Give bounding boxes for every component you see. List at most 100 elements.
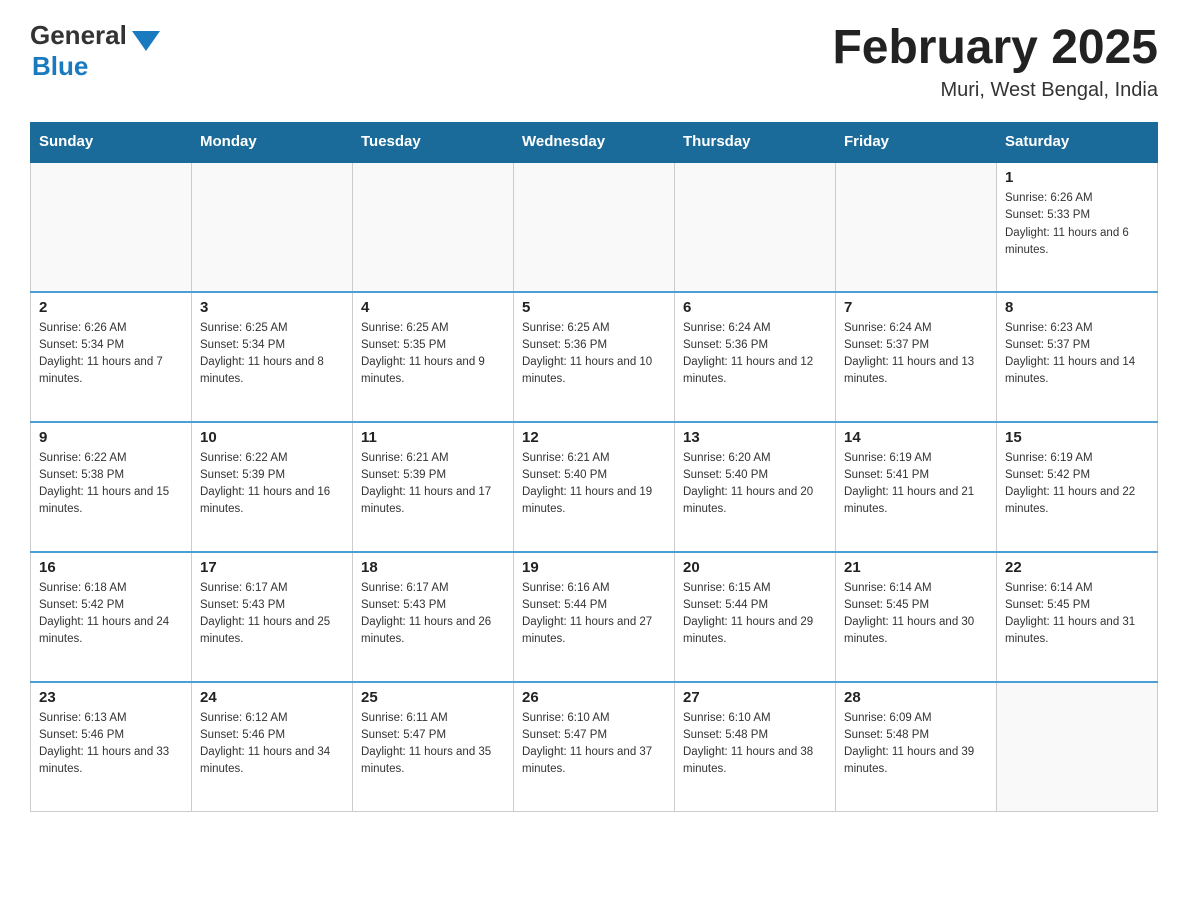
col-sunday: Sunday	[31, 123, 192, 162]
table-row: 26Sunrise: 6:10 AMSunset: 5:47 PMDayligh…	[514, 682, 675, 812]
day-info: Sunrise: 6:12 AMSunset: 5:46 PMDaylight:…	[200, 710, 344, 779]
day-info: Sunrise: 6:17 AMSunset: 5:43 PMDaylight:…	[200, 580, 344, 649]
month-title: February 2025	[832, 20, 1158, 75]
day-info: Sunrise: 6:19 AMSunset: 5:42 PMDaylight:…	[1005, 450, 1149, 519]
day-number: 12	[522, 429, 666, 446]
day-number: 8	[1005, 299, 1149, 316]
day-number: 13	[683, 429, 827, 446]
day-number: 19	[522, 559, 666, 576]
calendar-week-row: 9Sunrise: 6:22 AMSunset: 5:38 PMDaylight…	[31, 422, 1158, 552]
day-number: 20	[683, 559, 827, 576]
table-row	[192, 162, 353, 292]
table-row: 2 Sunrise: 6:26 AMSunset: 5:34 PMDaylight…	[31, 292, 192, 422]
calendar-week-row: 16Sunrise: 6:18 AMSunset: 5:42 PMDayligh…	[31, 552, 1158, 682]
day-number: 25	[361, 689, 505, 706]
table-row	[514, 162, 675, 292]
table-row	[353, 162, 514, 292]
table-row: 7 Sunrise: 6:24 AMSunset: 5:37 PMDaylight…	[836, 292, 997, 422]
day-info: Sunrise: 6:14 AMSunset: 5:45 PMDaylight:…	[844, 580, 988, 649]
day-number: 18	[361, 559, 505, 576]
day-info: Sunrise: 6:22 AMSunset: 5:39 PMDaylight:…	[200, 450, 344, 519]
day-number: 4	[361, 299, 505, 316]
day-number: 14	[844, 429, 988, 446]
table-row: 27 Sunrise: 6:10 AMSunset: 5:48 PMDayligh…	[675, 682, 836, 812]
col-friday: Friday	[836, 123, 997, 162]
day-number: 21	[844, 559, 988, 576]
day-number: 28	[844, 689, 988, 706]
table-row: 19Sunrise: 6:16 AMSunset: 5:44 PMDayligh…	[514, 552, 675, 682]
page-header: General Blue February 2025 Muri, West Be…	[30, 20, 1158, 102]
location-text: Muri, West Bengal, India	[832, 79, 1158, 102]
day-number: 27	[683, 689, 827, 706]
day-info: Sunrise: 6:20 AMSunset: 5:40 PMDaylight:…	[683, 450, 827, 519]
day-info: Sunrise: 6:10 AMSunset: 5:48 PMDaylight:…	[683, 710, 827, 779]
table-row: 21 Sunrise: 6:14 AMSunset: 5:45 PMDayligh…	[836, 552, 997, 682]
day-info: Sunrise: 6:14 AMSunset: 5:45 PMDaylight:…	[1005, 580, 1149, 649]
logo-triangle-icon	[132, 31, 160, 51]
day-number: 16	[39, 559, 183, 576]
calendar-header-row: Sunday Monday Tuesday Wednesday Thursday…	[31, 123, 1158, 162]
day-info: Sunrise: 6:21 AMSunset: 5:40 PMDaylight:…	[522, 450, 666, 519]
day-number: 10	[200, 429, 344, 446]
day-info: Sunrise: 6:21 AMSunset: 5:39 PMDaylight:…	[361, 450, 505, 519]
calendar-table: Sunday Monday Tuesday Wednesday Thursday…	[30, 122, 1158, 812]
day-info: Sunrise: 6:10 AMSunset: 5:47 PMDaylight:…	[522, 710, 666, 779]
col-monday: Monday	[192, 123, 353, 162]
day-info: Sunrise: 6:25 AMSunset: 5:34 PMDaylight:…	[200, 320, 344, 389]
table-row: 11 Sunrise: 6:21 AMSunset: 5:39 PMDayligh…	[353, 422, 514, 552]
col-wednesday: Wednesday	[514, 123, 675, 162]
table-row: 18 Sunrise: 6:17 AMSunset: 5:43 PMDayligh…	[353, 552, 514, 682]
table-row: 9Sunrise: 6:22 AMSunset: 5:38 PMDaylight…	[31, 422, 192, 552]
day-info: Sunrise: 6:11 AMSunset: 5:47 PMDaylight:…	[361, 710, 505, 779]
table-row: 10 Sunrise: 6:22 AMSunset: 5:39 PMDayligh…	[192, 422, 353, 552]
calendar-week-row: 23Sunrise: 6:13 AMSunset: 5:46 PMDayligh…	[31, 682, 1158, 812]
table-row: 25 Sunrise: 6:11 AMSunset: 5:47 PMDayligh…	[353, 682, 514, 812]
table-row: 1Sunrise: 6:26 AMSunset: 5:33 PMDaylight…	[997, 162, 1158, 292]
day-info: Sunrise: 6:09 AMSunset: 5:48 PMDaylight:…	[844, 710, 988, 779]
table-row	[997, 682, 1158, 812]
day-number: 9	[39, 429, 183, 446]
table-row: 20 Sunrise: 6:15 AMSunset: 5:44 PMDayligh…	[675, 552, 836, 682]
col-saturday: Saturday	[997, 123, 1158, 162]
table-row	[675, 162, 836, 292]
day-number: 23	[39, 689, 183, 706]
day-info: Sunrise: 6:26 AMSunset: 5:33 PMDaylight:…	[1005, 190, 1149, 259]
table-row: 28 Sunrise: 6:09 AMSunset: 5:48 PMDayligh…	[836, 682, 997, 812]
day-number: 11	[361, 429, 505, 446]
table-row: 13 Sunrise: 6:20 AMSunset: 5:40 PMDayligh…	[675, 422, 836, 552]
table-row: 12 Sunrise: 6:21 AMSunset: 5:40 PMDayligh…	[514, 422, 675, 552]
table-row: 6 Sunrise: 6:24 AMSunset: 5:36 PMDaylight…	[675, 292, 836, 422]
table-row: 22 Sunrise: 6:14 AMSunset: 5:45 PMDayligh…	[997, 552, 1158, 682]
day-info: Sunrise: 6:24 AMSunset: 5:36 PMDaylight:…	[683, 320, 827, 389]
table-row: 4 Sunrise: 6:25 AMSunset: 5:35 PMDaylight…	[353, 292, 514, 422]
day-info: Sunrise: 6:23 AMSunset: 5:37 PMDaylight:…	[1005, 320, 1149, 389]
table-row: 17 Sunrise: 6:17 AMSunset: 5:43 PMDayligh…	[192, 552, 353, 682]
day-number: 2	[39, 299, 183, 316]
table-row: 16Sunrise: 6:18 AMSunset: 5:42 PMDayligh…	[31, 552, 192, 682]
table-row: 3 Sunrise: 6:25 AMSunset: 5:34 PMDaylight…	[192, 292, 353, 422]
day-info: Sunrise: 6:17 AMSunset: 5:43 PMDaylight:…	[361, 580, 505, 649]
day-info: Sunrise: 6:26 AMSunset: 5:34 PMDaylight:…	[39, 320, 183, 389]
table-row: 23Sunrise: 6:13 AMSunset: 5:46 PMDayligh…	[31, 682, 192, 812]
table-row: 5 Sunrise: 6:25 AMSunset: 5:36 PMDaylight…	[514, 292, 675, 422]
logo: General Blue	[30, 20, 160, 82]
day-info: Sunrise: 6:24 AMSunset: 5:37 PMDaylight:…	[844, 320, 988, 389]
day-info: Sunrise: 6:25 AMSunset: 5:36 PMDaylight:…	[522, 320, 666, 389]
day-number: 17	[200, 559, 344, 576]
day-info: Sunrise: 6:15 AMSunset: 5:44 PMDaylight:…	[683, 580, 827, 649]
day-number: 24	[200, 689, 344, 706]
day-number: 6	[683, 299, 827, 316]
table-row	[31, 162, 192, 292]
table-row: 15Sunrise: 6:19 AMSunset: 5:42 PMDayligh…	[997, 422, 1158, 552]
day-info: Sunrise: 6:25 AMSunset: 5:35 PMDaylight:…	[361, 320, 505, 389]
day-number: 3	[200, 299, 344, 316]
day-number: 7	[844, 299, 988, 316]
calendar-week-row: 1Sunrise: 6:26 AMSunset: 5:33 PMDaylight…	[31, 162, 1158, 292]
title-section: February 2025 Muri, West Bengal, India	[832, 20, 1158, 102]
calendar-week-row: 2 Sunrise: 6:26 AMSunset: 5:34 PMDaylight…	[31, 292, 1158, 422]
table-row	[836, 162, 997, 292]
day-number: 22	[1005, 559, 1149, 576]
col-thursday: Thursday	[675, 123, 836, 162]
col-tuesday: Tuesday	[353, 123, 514, 162]
day-number: 5	[522, 299, 666, 316]
